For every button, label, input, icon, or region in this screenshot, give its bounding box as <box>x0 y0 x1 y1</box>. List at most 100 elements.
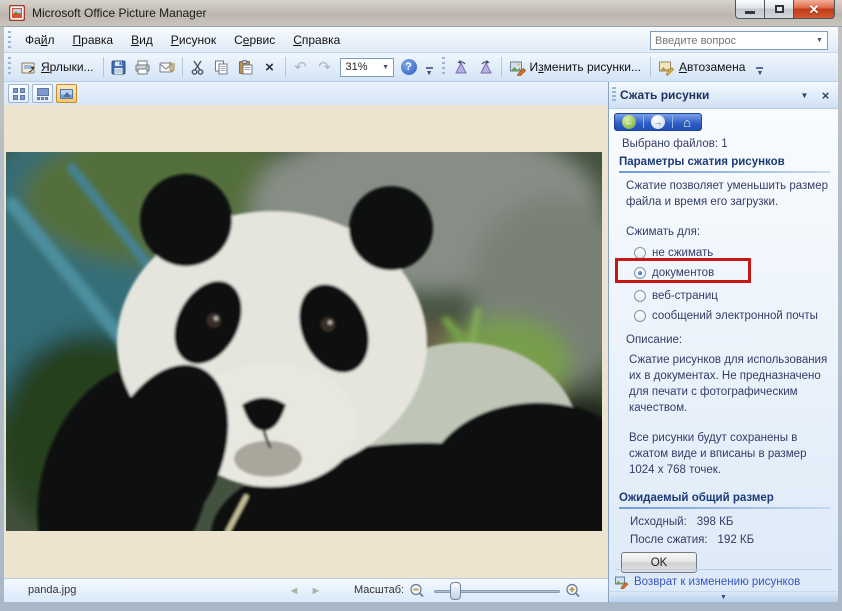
home-button[interactable]: ⌂ <box>680 115 694 129</box>
cut-button[interactable] <box>186 56 210 79</box>
single-picture-view-button[interactable] <box>56 84 77 103</box>
original-size-row: Исходный: 398 КБ <box>630 516 733 528</box>
rotate-left-button[interactable] <box>450 56 474 79</box>
app-icon <box>9 5 25 21</box>
maximize-button[interactable] <box>764 0 794 19</box>
print-button[interactable] <box>131 56 155 79</box>
chevron-down-icon: ▼ <box>425 69 433 77</box>
current-filename: panda.jpg <box>28 584 77 596</box>
chevron-down-icon[interactable]: ▼ <box>812 32 827 49</box>
taskpane-close-button[interactable]: × <box>817 87 834 104</box>
radio-icon-selected[interactable] <box>634 267 646 279</box>
thumbnail-view-button[interactable] <box>8 84 29 103</box>
menubar-grip[interactable] <box>7 30 12 49</box>
menu-help[interactable]: Справка <box>284 29 349 51</box>
selected-files-count: Выбрано файлов: 1 <box>622 138 728 150</box>
picture-manager-window: Microsoft Office Picture Manager ✕ Файл … <box>0 0 842 611</box>
ask-question-box[interactable]: ▼ <box>650 31 828 50</box>
toolbar-separator <box>500 57 502 77</box>
mail-icon <box>159 61 175 72</box>
return-to-editing-link[interactable]: Возврат к изменению рисунков <box>615 575 800 589</box>
compression-settings-heading: Параметры сжатия рисунков <box>619 156 785 168</box>
chevron-down-icon[interactable]: ▼ <box>379 64 393 71</box>
copy-icon <box>215 60 228 74</box>
rotate-right-button[interactable] <box>474 56 498 79</box>
statusbar: panda.jpg ◄ ► Масштаб: <box>4 578 608 602</box>
radio-icon[interactable] <box>634 310 646 322</box>
paste-button[interactable] <box>234 56 258 79</box>
menu-edit[interactable]: Правка <box>64 29 123 51</box>
filmstrip-view-button[interactable] <box>32 84 53 103</box>
taskpane-scroll-more-bar[interactable]: ▼ <box>609 591 838 602</box>
compressed-size-value: 192 КБ <box>717 534 755 546</box>
toolbar-grip[interactable] <box>7 57 12 77</box>
close-button[interactable]: ✕ <box>793 0 835 19</box>
toolbar-separator <box>181 57 183 77</box>
home-icon: ⌂ <box>683 114 691 130</box>
next-picture-button[interactable]: ► <box>308 583 324 599</box>
back-arrow-icon: ← <box>624 116 634 127</box>
menu-tools[interactable]: Сервис <box>225 29 284 51</box>
scale-label: Масштаб: <box>354 584 405 596</box>
radio-label: веб-страниц <box>652 290 718 302</box>
back-button[interactable]: ← <box>622 115 636 129</box>
next-arrow-icon: ► <box>310 585 322 597</box>
compression-intro-text: Сжатие позволяет уменьшить размер файла … <box>626 180 828 208</box>
zoom-combobox[interactable]: 31% ▼ <box>339 57 394 77</box>
shortcuts-button[interactable]: Ярлыки... <box>16 56 100 79</box>
taskpane-title: Сжать рисунки <box>620 88 710 102</box>
rotate-left-icon <box>455 59 467 73</box>
scissors-icon <box>191 60 204 75</box>
undo-icon: ↶ <box>294 58 307 76</box>
heading-rule <box>619 507 830 509</box>
radio-no-compress[interactable]: не сжимать <box>634 244 713 262</box>
edit-pictures-button[interactable]: Изменить рисунки... <box>505 56 647 79</box>
zoom-out-button[interactable] <box>408 582 426 600</box>
radio-documents[interactable]: документов <box>634 264 714 282</box>
prev-arrow-icon: ◄ <box>288 585 300 597</box>
minimize-button[interactable] <box>735 0 765 19</box>
undo-button[interactable]: ↶ <box>289 56 313 79</box>
menu-picture[interactable]: Рисунок <box>162 29 225 51</box>
autocorrect-button[interactable]: Автозамена <box>654 56 751 79</box>
redo-icon: ↷ <box>318 58 331 76</box>
save-button[interactable] <box>107 56 131 79</box>
ask-question-input[interactable] <box>651 34 812 47</box>
delete-button[interactable]: × <box>258 56 282 79</box>
zoom-in-button[interactable] <box>564 582 582 600</box>
radio-icon[interactable] <box>634 247 646 259</box>
titlebar[interactable]: Microsoft Office Picture Manager ✕ <box>0 0 842 27</box>
help-button[interactable]: ? <box>397 56 421 79</box>
menubar: Файл Правка Вид Рисунок Сервис Справка ▼ <box>4 27 838 53</box>
save-icon <box>111 60 126 74</box>
shortcuts-icon <box>21 62 35 73</box>
toolbar-grip[interactable] <box>440 57 446 77</box>
edit-pictures-icon <box>615 576 629 589</box>
radio-icon[interactable] <box>634 290 646 302</box>
toolbar: Ярлыки... × ↶ ↷ 31% ▼ ? ▼ Изменить рисун… <box>4 53 838 82</box>
rotate-right-icon <box>480 59 492 73</box>
redo-button[interactable]: ↷ <box>313 56 337 79</box>
description-paragraph-2: Все рисунки будут сохранены в сжатом вид… <box>629 432 807 476</box>
taskpane-dropdown-button[interactable]: ▼ <box>796 87 813 104</box>
forward-button[interactable]: → <box>651 115 665 129</box>
return-link-label: Возврат к изменению рисунков <box>634 576 801 588</box>
compressed-size-label: После сжатия: <box>630 534 708 546</box>
menu-file[interactable]: Файл <box>16 29 64 51</box>
send-mail-button[interactable] <box>155 56 179 79</box>
previous-picture-button[interactable]: ◄ <box>286 583 302 599</box>
copy-button[interactable] <box>210 56 234 79</box>
original-size-label: Исходный: <box>630 516 687 528</box>
toolbar-separator <box>649 57 651 77</box>
radio-email-messages[interactable]: сообщений электронной почты <box>634 307 818 325</box>
close-icon: × <box>821 87 830 103</box>
paste-icon <box>239 59 253 74</box>
radio-web-pages[interactable]: веб-страниц <box>634 287 718 305</box>
zoom-slider-thumb[interactable] <box>450 582 461 600</box>
taskpane-grip[interactable] <box>612 87 616 103</box>
radio-label: не сжимать <box>652 247 714 259</box>
toolbar-options-button[interactable]: ▼ <box>423 56 436 79</box>
toolbar-options-button[interactable]: ▼ <box>753 56 766 79</box>
menu-view[interactable]: Вид <box>122 29 162 51</box>
estimated-size-heading: Ожидаемый общий размер <box>619 492 774 504</box>
